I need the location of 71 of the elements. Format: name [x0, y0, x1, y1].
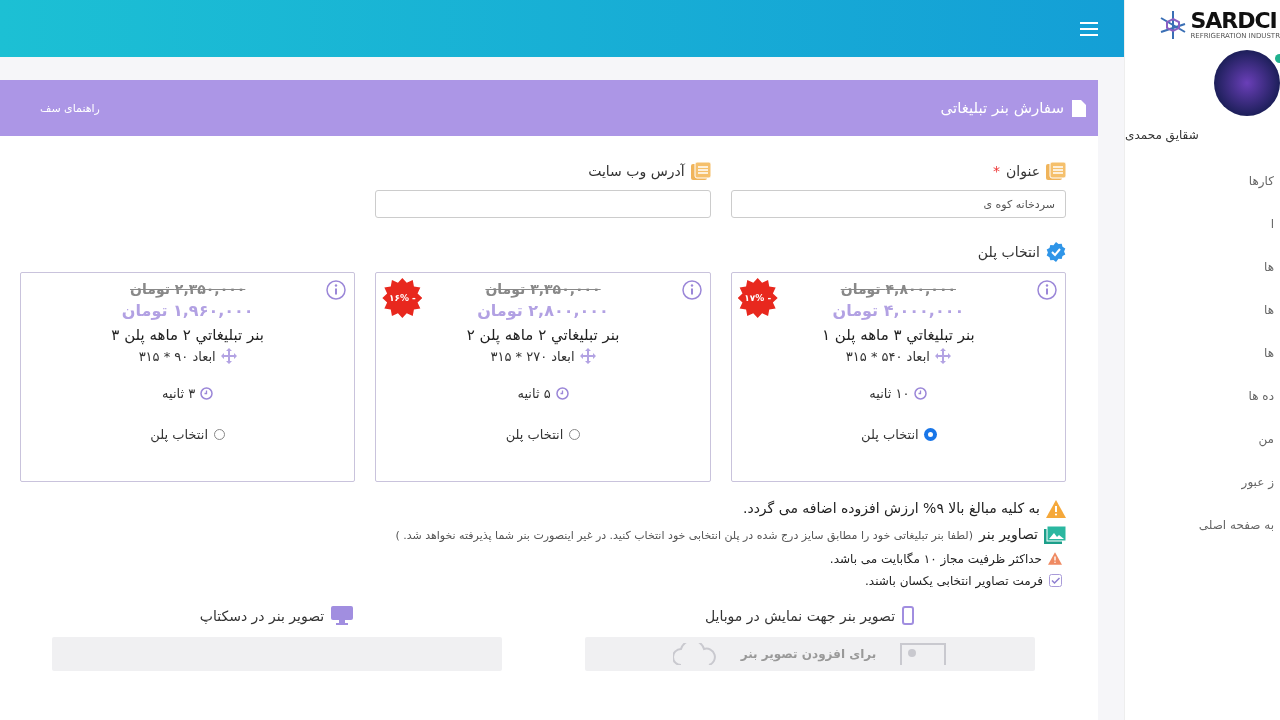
sidebar-item[interactable]: ها	[1256, 289, 1274, 332]
menu-icon[interactable]	[1079, 20, 1099, 37]
phone-icon	[902, 606, 915, 625]
discount-badge: - ۱۷%	[737, 278, 778, 318]
plan-radio[interactable]: انتخاب پلن	[150, 427, 226, 442]
sidebar-item[interactable]: کارها	[1240, 160, 1274, 203]
upload-label: تصویر بنر جهت نمایش در موبایل	[704, 607, 896, 624]
price: ۲,۸۰۰,۰۰۰ تومان	[477, 301, 609, 320]
list-icon	[690, 162, 711, 180]
sidebar-item[interactable]: من	[1250, 418, 1274, 461]
note-text: تصاویر بنر	[979, 526, 1038, 542]
plan-card[interactable]: - ۱۷% ۴,۸۰۰,۰۰۰ تومان ۴,۰۰۰,۰۰۰ تومان بنر تبليغاتي ۳ ماهه پلن ۱ ابعاد ۵۴۰ * ۳۱۵ ۱۰ ثانیه انتخاب پلن	[730, 272, 1066, 482]
plan-title: بنر تبليغاتي ۲ ماهه پلن ۲	[466, 326, 620, 344]
price: ۱,۹۶۰,۰۰۰ تومان	[121, 301, 254, 320]
plan-size: ابعاد ۹۰ * ۳۱۵	[138, 348, 216, 364]
info-icon[interactable]	[1037, 280, 1057, 300]
plan-title: بنر تبليغاتي ۳ ماهه پلن ۱	[821, 326, 975, 344]
note-text: حداکثر ظرفیت مجاز ۱۰ مگابایت می باشد.	[829, 552, 1042, 566]
warning-icon	[1046, 500, 1066, 518]
old-price: ۲,۳۵۰,۰۰۰ تومان	[130, 281, 246, 297]
plan-card[interactable]: - ۱۶% ۳,۳۵۰,۰۰۰ تومان ۲,۸۰۰,۰۰۰ تومان بنر تبليغاتي ۲ ماهه پلن ۲ ابعاد ۲۷۰ * ۳۱۵ ۵ ثانیه انتخاب پلن	[375, 272, 711, 482]
clock-icon	[914, 387, 928, 400]
text-field[interactable]	[375, 190, 711, 218]
move-icon	[934, 348, 951, 364]
move-icon	[220, 348, 237, 364]
plan-size: ابعاد ۵۴۰ * ۳۱۵	[845, 348, 930, 364]
plan-size: ابعاد ۲۷۰ * ۳۱۵	[490, 348, 575, 364]
field-label: عنوان	[1006, 163, 1040, 179]
warning-icon	[1048, 552, 1062, 565]
user-name: شقایق محمدی	[1125, 128, 1199, 142]
verified-icon	[1046, 242, 1066, 262]
field-label: آدرس وب سایت	[588, 163, 685, 179]
sidebar-item[interactable]: به صفحه اصلی	[1190, 504, 1274, 547]
sidebar-item[interactable]: ها	[1256, 332, 1274, 375]
plan-duration: ۳ ثانیه	[162, 386, 196, 401]
image-icon	[900, 643, 947, 665]
note-text: به کلیه مبالغ بالا ۹% ارزش افزوده اضافه می گردد.	[742, 500, 1040, 516]
upload-label: تصویر بنر در دسکتاپ	[199, 607, 325, 624]
note-text: فرمت تصاویر انتخابی یکسان باشند.	[865, 574, 1043, 588]
move-icon	[579, 348, 596, 364]
sidebar-item[interactable]: ده ها	[1240, 375, 1274, 418]
image-icon	[1044, 526, 1066, 544]
old-price: ۳,۳۵۰,۰۰۰ تومان	[485, 281, 601, 297]
document-icon	[1072, 99, 1086, 117]
section-heading: انتخاب پلن	[977, 244, 1040, 260]
plan-duration: ۵ ثانیه	[517, 386, 551, 401]
plan-card[interactable]: ۲,۳۵۰,۰۰۰ تومان ۱,۹۶۰,۰۰۰ تومان بنر تبليغاتي ۲ ماهه پلن ۳ ابعاد ۹۰ * ۳۱۵ ۳ ثانیه انتخاب پلن	[20, 272, 356, 482]
plan-radio[interactable]: انتخاب پلن	[505, 427, 581, 442]
checkbox-icon	[1049, 574, 1062, 587]
note-hint: (لطفا بنر تبلیغاتی خود را مطابق سایز درج شده در پلن انتخابی خود انتخاب کنید. در غیر اینصورت بنر شما پذیرفته نخواهد شد. )	[395, 529, 973, 542]
sidebar-item[interactable]: ا	[1262, 203, 1274, 246]
info-icon[interactable]	[326, 280, 347, 300]
text-field[interactable]: سردخانه کوه ی	[730, 190, 1066, 218]
clock-icon	[200, 387, 214, 400]
logo-text: SARDCI	[1190, 10, 1278, 32]
plan-title: بنر تبليغاتي ۲ ماهه پلن ۳	[111, 326, 265, 344]
cloud-upload-icon	[672, 643, 717, 665]
monitor-icon	[331, 606, 354, 625]
list-icon	[1046, 162, 1066, 180]
discount-badge: - ۱۶%	[382, 278, 423, 318]
price: ۴,۰۰۰,۰۰۰ تومان	[832, 301, 965, 320]
clock-icon	[555, 387, 569, 400]
info-icon[interactable]	[681, 280, 702, 300]
panel-title: سفارش بنر تبلیغاتی	[940, 99, 1064, 117]
sidebar-item[interactable]: ز عبور	[1233, 461, 1274, 504]
old-price: ۴,۸۰۰,۰۰۰ تومان	[840, 281, 956, 297]
required-mark: *	[993, 163, 1000, 179]
snowflake-logo-icon	[1160, 10, 1187, 40]
plan-radio[interactable]: انتخاب پلن	[861, 427, 936, 442]
plan-duration: ۱۰ ثانیه	[869, 386, 910, 401]
sidebar-item[interactable]: ها	[1256, 246, 1274, 289]
